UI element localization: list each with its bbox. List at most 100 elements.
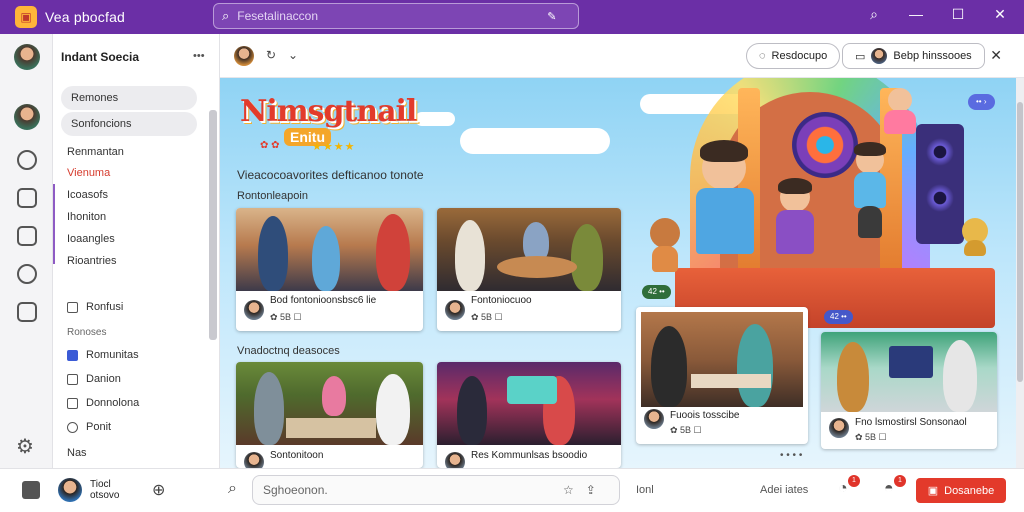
home-icon[interactable] [17, 150, 37, 170]
section-heading: Rontonleapoin [237, 190, 308, 202]
video-card[interactable]: Bod fontonioonsbsc6 lie ✿ 5B ☐ [236, 208, 423, 331]
message-search-input[interactable] [263, 483, 563, 497]
sidebar-pill[interactable]: Remones [61, 86, 197, 110]
video-card[interactable]: Res Kommunlsas bsoodio [437, 362, 621, 468]
sidebar-item[interactable]: Donnolona [67, 397, 139, 409]
maximize-icon[interactable]: ☐ [948, 6, 968, 23]
card-meta: ✿ 5B ☐ [471, 312, 503, 322]
profile-avatar[interactable] [14, 104, 40, 130]
card-title: Bod fontonioonsbsc6 lie [270, 295, 377, 306]
card-title: Sontonitoon [270, 450, 324, 461]
video-card[interactable]: Fno lsmostirsl Sonsonaol ✿ 5B ☐ [821, 332, 997, 449]
main-scrollbar[interactable] [1016, 78, 1024, 468]
character-boy [690, 140, 760, 260]
global-search-input[interactable] [237, 9, 548, 23]
user-avatar[interactable] [14, 44, 40, 70]
scroll-thumb[interactable] [1017, 102, 1023, 382]
section-label: Nas [67, 447, 87, 459]
sidebar-item-label: Donnolona [86, 397, 140, 409]
character-monkey [644, 218, 684, 278]
profile-button[interactable]: ▭ Bebp hinssooes [842, 43, 985, 69]
title-bar: ▣ Vea pbocfad ⌕ ✎ ⌕ — ☐ ✕ [0, 0, 1024, 34]
document-icon[interactable] [17, 302, 37, 322]
checked-icon [67, 349, 78, 361]
sidebar-item[interactable]: Rioantries [67, 255, 117, 267]
app-logo-icon[interactable]: ▣ [15, 6, 37, 28]
avatar [445, 452, 465, 468]
sidebar-item-active[interactable]: Vienuma [67, 167, 110, 179]
sidebar-item-label: Ronfusi [86, 301, 124, 313]
global-search[interactable]: ⌕ ✎ [213, 3, 579, 29]
notification-count: 1 [894, 475, 906, 487]
sidebar-item[interactable]: Ihoniton [67, 211, 106, 223]
close-window-icon[interactable]: ✕ [990, 6, 1010, 23]
sidebar-pill[interactable]: Sonfoncions [61, 112, 197, 136]
sidebar-item-label: Danion [86, 373, 121, 385]
video-card[interactable]: Fontoniocuoo ✿ 5B ☐ [437, 208, 621, 331]
sidebar-item[interactable]: Ronfusi [67, 301, 123, 313]
support-button[interactable]: ◌ Resdocupo [746, 43, 841, 69]
sidebar-item[interactable]: Ponit [67, 421, 111, 433]
message-search[interactable]: ☆ ⇪ [252, 475, 620, 505]
calendar-icon[interactable] [17, 188, 37, 208]
menu-icon[interactable] [22, 481, 40, 499]
tagline: Vieacocoavorites defticanoo tonote [237, 168, 424, 182]
section-label: Ronoses [67, 327, 107, 338]
gift-icon: ▣ [927, 485, 939, 497]
avatar [244, 300, 264, 320]
refresh-icon[interactable] [17, 264, 37, 284]
minimize-icon[interactable]: — [906, 6, 926, 23]
main-content: Nimsgtnail Enitu ✿ ✿ ★★★★ Vieacocoavorit… [220, 78, 1016, 468]
card-meta: ✿ 5B ☐ [270, 312, 302, 322]
channel-avatar[interactable] [234, 46, 254, 66]
star-icon[interactable]: ☆ [563, 483, 574, 497]
checkbox-icon [67, 397, 78, 409]
sidebar-item[interactable]: Danion [67, 373, 121, 385]
character-kid [848, 142, 892, 246]
search-window-icon[interactable]: ⌕ [864, 6, 884, 23]
avatar [445, 300, 465, 320]
speaker-cone [926, 184, 954, 212]
status-badge: 42 •• [642, 285, 671, 299]
alert-notification-icon[interactable]: ◓ 1 [884, 475, 906, 498]
card-title: Fuoois tosscibe [670, 410, 740, 421]
user-name: Tiocl otsovo [90, 479, 120, 501]
search-icon[interactable]: ⌕ [228, 480, 237, 498]
close-icon[interactable]: ✕ [990, 47, 1002, 64]
cloud-decoration [415, 112, 455, 126]
chat-notification-icon[interactable]: ◔ 1 [838, 475, 860, 498]
speaker-cone [926, 138, 954, 166]
folder-icon[interactable] [17, 226, 37, 246]
bottom-bar: Tiocl otsovo ⊕ ⌕ ☆ ⇪ Ionl Adei iates ◔1 … [0, 468, 1024, 512]
video-card[interactable]: Fuoois tosscibe ✿ 5B ☐ [636, 307, 808, 444]
donate-button[interactable]: ▣ Dosanebe [916, 478, 1006, 503]
sidebar-item[interactable]: Romunitas [67, 349, 139, 361]
sidebar-item[interactable]: Ioaangles [67, 233, 115, 245]
active-indicator [53, 184, 55, 264]
card-meta: ✿ 5B ☐ [670, 425, 702, 435]
card-title: Res Kommunlsas bsoodio [471, 450, 588, 461]
back-icon[interactable]: ↻ [266, 48, 276, 62]
sidebar-item[interactable]: Renmantan [67, 146, 124, 158]
sidebar-item[interactable]: Icoasofs [67, 189, 108, 201]
sidebar-scrollbar[interactable] [209, 110, 217, 340]
video-thumbnail [236, 208, 423, 291]
carousel-nav-badge[interactable]: •• › [968, 94, 995, 110]
sidebar-more-icon[interactable]: ••• [193, 50, 205, 62]
add-photo-icon[interactable]: ⊕ [152, 480, 165, 500]
video-card[interactable]: Sontonitoon [236, 362, 423, 468]
attach-icon[interactable]: ⇪ [586, 483, 596, 497]
brand-logo: Nimsgtnail [240, 94, 417, 129]
profile-button-label: Bebp hinssooes [893, 50, 972, 62]
app-window: ▣ Vea pbocfad ⌕ ✎ ⌕ — ☐ ✕ ⚙ Indant Soeci… [0, 0, 1024, 512]
chevron-down-icon[interactable]: ⌄ [288, 48, 298, 62]
gear-icon[interactable]: ⚙ [16, 434, 34, 459]
sidebar-header: Indant Soecia [61, 50, 140, 64]
edit-icon[interactable]: ✎ [547, 10, 556, 23]
donate-button-label: Dosanebe [944, 484, 995, 497]
pagination-dots[interactable]: • • • • [780, 450, 802, 461]
video-thumbnail [437, 208, 621, 291]
user-avatar[interactable] [58, 478, 82, 502]
status-text: Adei iates [760, 484, 809, 496]
notification-count: 1 [848, 475, 860, 487]
